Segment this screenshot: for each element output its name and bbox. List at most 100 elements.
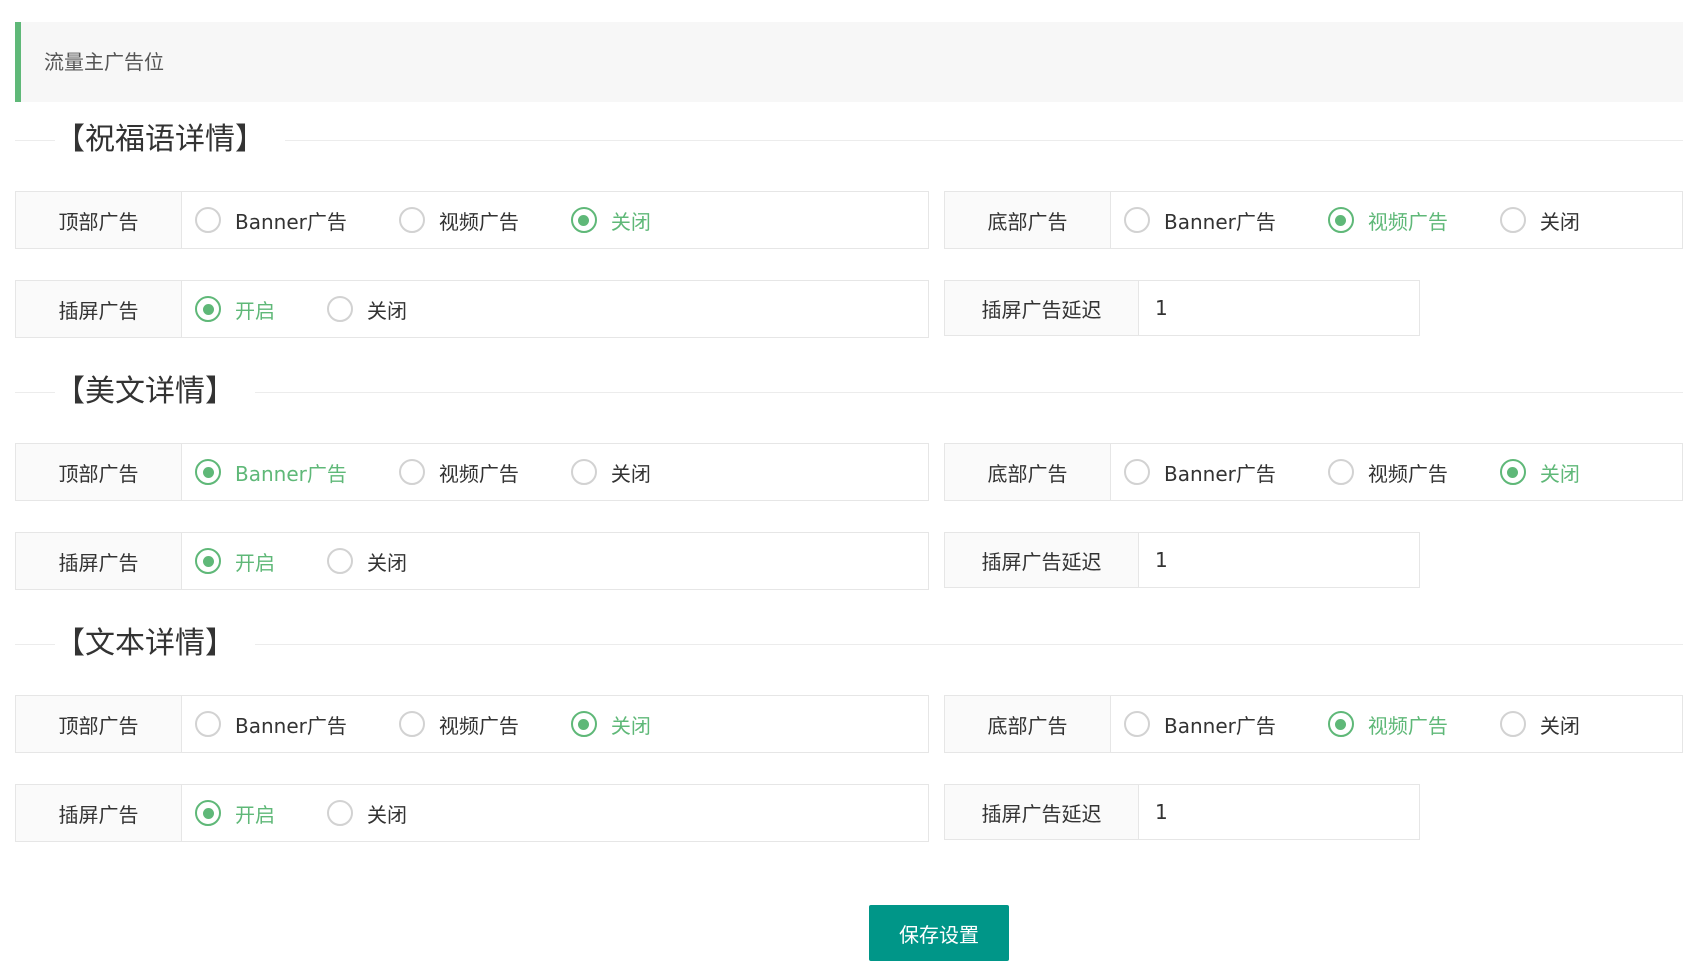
radio-option[interactable]: 关闭 [570, 710, 651, 739]
radio-group-interstitial: 开启 关闭 [182, 533, 928, 589]
settings-page: 流量主广告位 【祝福语详情】 顶部广告 Banner广告 视频广告 关闭 底部广告 … [0, 0, 1683, 975]
page-header: 流量主广告位 [15, 22, 1683, 102]
radio-unchecked-icon [398, 207, 425, 233]
radio-group-top-ad: Banner广告 视频广告 关闭 [182, 192, 928, 248]
radio-option[interactable]: Banner广告 [195, 458, 347, 487]
save-settings-button[interactable]: 保存设置 [869, 905, 1009, 961]
radio-checked-icon [570, 207, 597, 233]
delay-input[interactable] [1139, 533, 1419, 587]
radio-option-label: 关闭 [610, 713, 651, 738]
radio-option[interactable]: 开启 [195, 295, 275, 324]
row-label: 顶部广告 [16, 444, 182, 500]
radio-option[interactable]: 视频广告 [1327, 710, 1448, 739]
radio-option[interactable]: 关闭 [570, 458, 651, 487]
row-label: 顶部广告 [16, 192, 182, 248]
section-divider [15, 644, 1683, 645]
radio-option-label: 视频广告 [1367, 713, 1448, 738]
radio-option[interactable]: 视频广告 [1327, 206, 1448, 235]
radio-option[interactable]: Banner广告 [195, 206, 347, 235]
row-label: 插屏广告延迟 [945, 785, 1139, 839]
radio-unchecked-icon [1327, 459, 1354, 485]
radio-option[interactable]: 视频广告 [398, 206, 519, 235]
row-interstitial: 插屏广告 开启 关闭 [15, 280, 929, 338]
radio-group-top-ad: Banner广告 视频广告 关闭 [182, 696, 928, 752]
radio-option[interactable]: Banner广告 [195, 710, 347, 739]
radio-option[interactable]: 开启 [195, 799, 275, 828]
radio-option-label: 视频广告 [438, 209, 519, 234]
radio-option-label: 关闭 [367, 298, 407, 323]
row-label: 底部广告 [945, 192, 1111, 248]
radio-option[interactable]: 关闭 [570, 206, 651, 235]
radio-option-label: Banner广告 [235, 209, 347, 234]
radio-option-label: Banner广告 [1164, 713, 1276, 738]
radio-unchecked-icon [195, 207, 221, 233]
radio-unchecked-icon [1499, 207, 1526, 233]
row-interstitial: 插屏广告 开启 关闭 [15, 784, 929, 842]
row-interstitial: 插屏广告 开启 关闭 [15, 532, 929, 590]
radio-option[interactable]: 关闭 [327, 799, 407, 828]
radio-option[interactable]: 关闭 [1499, 458, 1580, 487]
radio-option-label: 视频广告 [1367, 209, 1448, 234]
radio-option[interactable]: 开启 [195, 547, 275, 576]
radio-unchecked-icon [1499, 711, 1526, 737]
row-bottom-ad: 底部广告 Banner广告 视频广告 关闭 [944, 695, 1683, 753]
radio-option-label: 关闭 [1539, 209, 1580, 234]
radio-option-label: 关闭 [367, 550, 407, 575]
radio-option-label: 开启 [235, 298, 275, 323]
delay-input[interactable] [1139, 785, 1419, 839]
radio-group-bottom-ad: Banner广告 视频广告 关闭 [1111, 696, 1682, 752]
radio-unchecked-icon [327, 296, 353, 322]
row-bottom-ad: 底部广告 Banner广告 视频广告 关闭 [944, 191, 1683, 249]
radio-unchecked-icon [1124, 207, 1150, 233]
row-top-ad: 顶部广告 Banner广告 视频广告 关闭 [15, 695, 929, 753]
radio-checked-icon [1327, 207, 1354, 233]
radio-unchecked-icon [1124, 459, 1150, 485]
radio-option-label: 关闭 [1539, 461, 1580, 486]
radio-checked-icon [195, 459, 221, 485]
row-label: 插屏广告 [16, 281, 182, 337]
radio-checked-icon [1327, 711, 1354, 737]
section-title-text-detail: 【文本详情】 [15, 624, 1683, 664]
row-interstitial-delay: 插屏广告延迟 [944, 784, 1420, 840]
row-label: 顶部广告 [16, 696, 182, 752]
radio-option[interactable]: 视频广告 [398, 458, 519, 487]
delay-input[interactable] [1139, 281, 1419, 335]
radio-option-label: 开启 [235, 550, 275, 575]
radio-option-label: 关闭 [610, 209, 651, 234]
radio-option-label: 开启 [235, 802, 275, 827]
section-title-text: 【祝福语详情】 [55, 120, 285, 160]
row-label: 插屏广告延迟 [945, 281, 1139, 335]
section-title-article: 【美文详情】 [15, 372, 1683, 412]
row-label: 插屏广告延迟 [945, 533, 1139, 587]
radio-option[interactable]: 关闭 [1499, 206, 1580, 235]
radio-checked-icon [570, 711, 597, 737]
radio-option[interactable]: 关闭 [327, 547, 407, 576]
row-top-ad: 顶部广告 Banner广告 视频广告 关闭 [15, 443, 929, 501]
radio-group-interstitial: 开启 关闭 [182, 281, 928, 337]
radio-option[interactable]: 视频广告 [1327, 458, 1448, 487]
row-label: 底部广告 [945, 696, 1111, 752]
radio-option[interactable]: 关闭 [327, 295, 407, 324]
radio-checked-icon [195, 800, 221, 826]
page-title: 流量主广告位 [44, 50, 164, 74]
radio-option-label: 关闭 [1539, 713, 1580, 738]
row-label: 插屏广告 [16, 533, 182, 589]
row-top-ad: 顶部广告 Banner广告 视频广告 关闭 [15, 191, 929, 249]
radio-option-label: 视频广告 [438, 713, 519, 738]
radio-option[interactable]: 视频广告 [398, 710, 519, 739]
radio-group-bottom-ad: Banner广告 视频广告 关闭 [1111, 444, 1682, 500]
radio-option[interactable]: Banner广告 [1124, 458, 1276, 487]
radio-option-label: Banner广告 [235, 713, 347, 738]
section-title-blessing: 【祝福语详情】 [15, 120, 1683, 160]
radio-unchecked-icon [570, 459, 597, 485]
row-interstitial-delay: 插屏广告延迟 [944, 280, 1420, 336]
radio-option[interactable]: 关闭 [1499, 710, 1580, 739]
radio-unchecked-icon [398, 459, 425, 485]
row-label: 插屏广告 [16, 785, 182, 841]
radio-option-label: 视频广告 [438, 461, 519, 486]
radio-unchecked-icon [327, 800, 353, 826]
radio-option[interactable]: Banner广告 [1124, 710, 1276, 739]
radio-group-top-ad: Banner广告 视频广告 关闭 [182, 444, 928, 500]
radio-option[interactable]: Banner广告 [1124, 206, 1276, 235]
section-divider [15, 392, 1683, 393]
